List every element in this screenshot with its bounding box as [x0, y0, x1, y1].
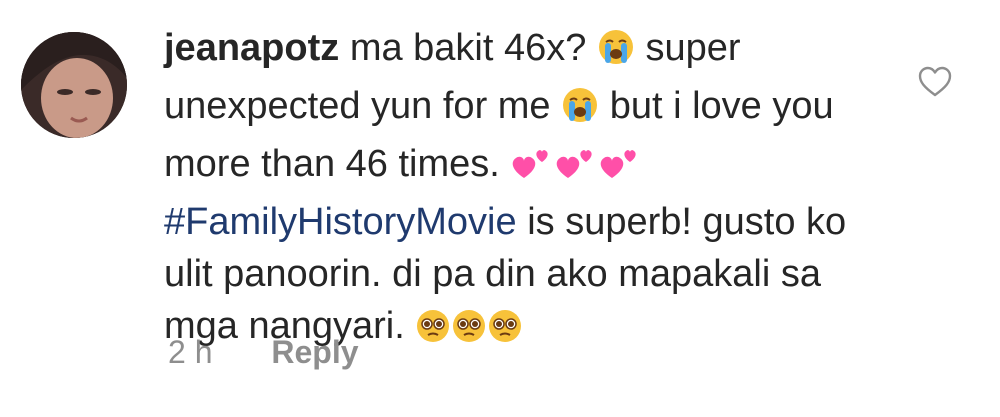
reply-button[interactable]: Reply — [271, 334, 358, 370]
pleading-face-icon — [487, 306, 523, 358]
avatar-image — [21, 32, 127, 138]
avatar[interactable] — [21, 32, 127, 138]
comment-hashtag-link[interactable]: #FamilyHistoryMovie — [164, 201, 517, 243]
pleading-face-icon — [451, 306, 487, 358]
comment-item: jeanapotz ma bakit 46x? super unexpected… — [0, 0, 1000, 417]
loudly-crying-face-icon — [597, 28, 635, 80]
comment-username[interactable]: jeanapotz — [164, 27, 339, 69]
two-hearts-icon — [554, 142, 598, 196]
loudly-crying-face-icon — [561, 86, 599, 138]
comment-text-part-1: ma bakit 46x? — [349, 27, 587, 69]
like-heart-icon[interactable] — [918, 66, 952, 98]
pleading-face-icon — [415, 306, 451, 358]
comment-timestamp: 2 h — [168, 334, 213, 370]
comment-body: jeanapotz ma bakit 46x? super unexpected… — [164, 22, 904, 358]
two-hearts-icon — [510, 142, 554, 196]
comment-meta: 2 h Reply — [168, 334, 359, 371]
two-hearts-icon — [598, 142, 642, 196]
